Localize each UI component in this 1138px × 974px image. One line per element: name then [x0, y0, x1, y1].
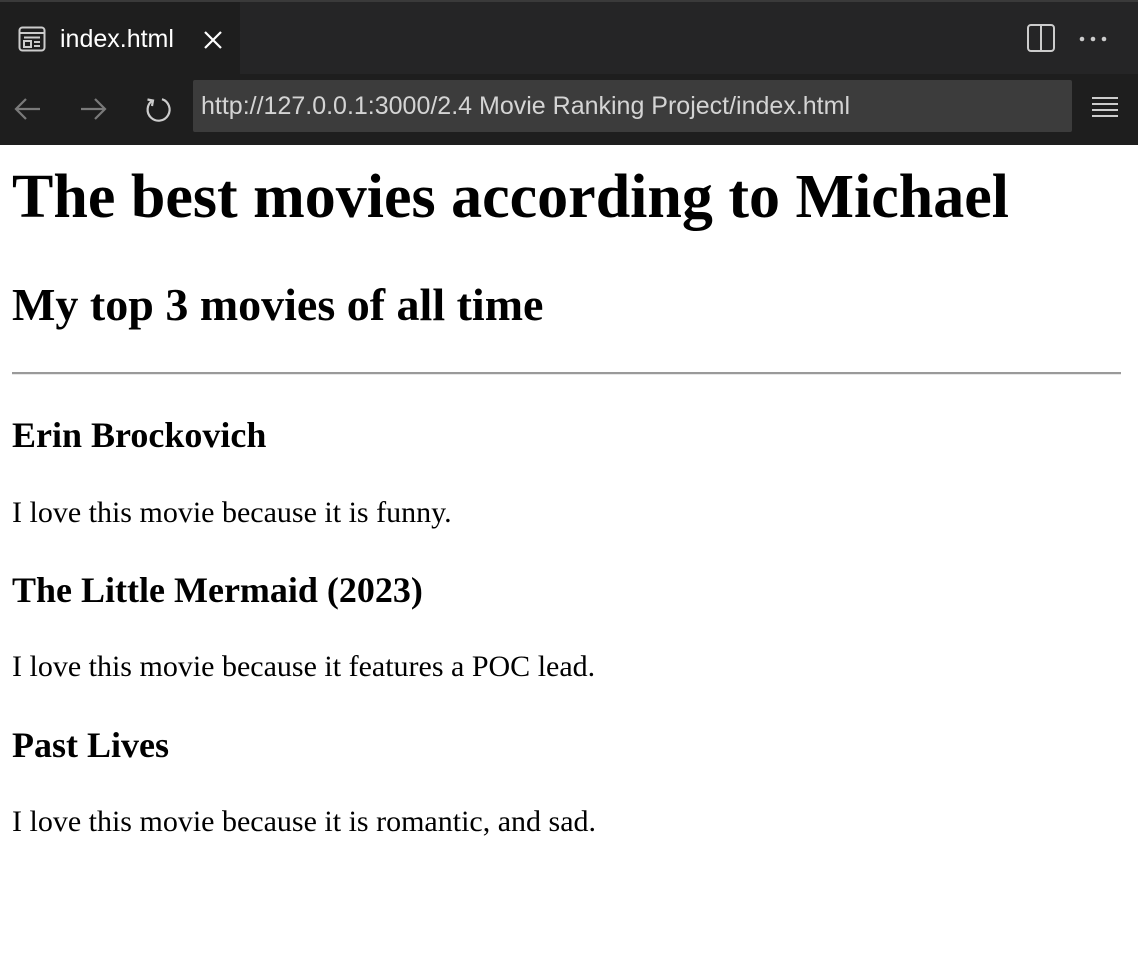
- back-arrow-icon[interactable]: [10, 91, 46, 127]
- url-input[interactable]: [193, 80, 1072, 132]
- navigation-bar: [0, 74, 1138, 145]
- forward-arrow-icon[interactable]: [75, 91, 111, 127]
- movie-reason: I love this movie because it is romantic…: [12, 805, 597, 838]
- tab-bar: index.html: [0, 0, 1138, 74]
- reload-icon[interactable]: [140, 91, 176, 127]
- split-editor-icon[interactable]: [1026, 23, 1056, 53]
- page-content: The best movies according to Michael My …: [0, 145, 1138, 974]
- tab-index-html[interactable]: index.html: [0, 2, 240, 74]
- tab-title: index.html: [60, 25, 174, 53]
- movie-title: Past Lives: [12, 725, 169, 765]
- close-icon[interactable]: [201, 28, 225, 52]
- menu-icon[interactable]: [1088, 91, 1122, 125]
- movie-reason: I love this movie because it features a …: [12, 650, 596, 683]
- divider: [12, 372, 1121, 375]
- preview-icon: [18, 26, 46, 52]
- more-actions-icon[interactable]: [1076, 26, 1110, 52]
- movie-reason: I love this movie because it is funny.: [12, 496, 452, 529]
- page-title: The best movies according to Michael: [12, 163, 1010, 231]
- movie-title: Erin Brockovich: [12, 415, 267, 455]
- page-subtitle: My top 3 movies of all time: [12, 279, 544, 330]
- movie-title: The Little Mermaid (2023): [12, 570, 423, 610]
